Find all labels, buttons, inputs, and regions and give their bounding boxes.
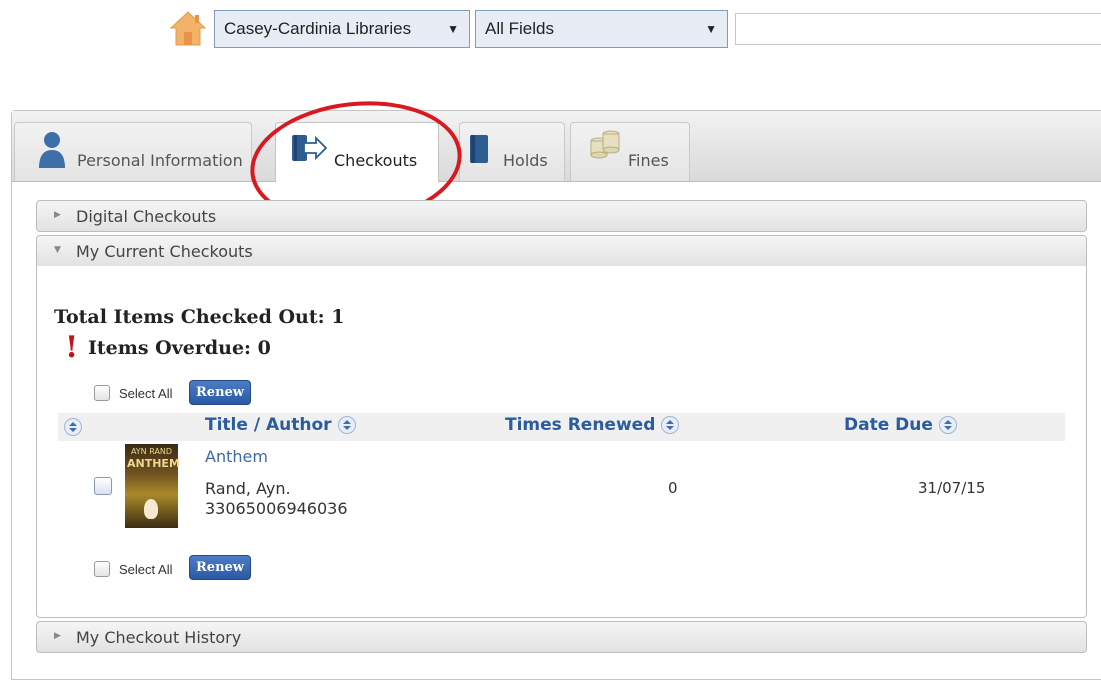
tab-personal-information[interactable]: Personal Information bbox=[14, 122, 252, 181]
dropdown-arrow-icon: ▼ bbox=[447, 22, 459, 36]
book-cover-image[interactable]: AYN RAND ANTHEM bbox=[125, 444, 180, 528]
column-label: Date Due bbox=[844, 415, 933, 435]
item-date-due: 31/07/15 bbox=[918, 479, 986, 497]
column-header-times-renewed[interactable]: Times Renewed bbox=[505, 413, 680, 437]
tab-holds[interactable]: Holds bbox=[459, 122, 565, 181]
select-all-label: Select All bbox=[119, 562, 173, 577]
row-select-checkbox[interactable] bbox=[94, 477, 112, 495]
library-select[interactable]: Casey-Cardinia Libraries ▼ bbox=[214, 10, 470, 48]
dropdown-arrow-icon: ▼ bbox=[705, 22, 717, 36]
tab-label: Holds bbox=[503, 151, 548, 170]
column-label: Title / Author bbox=[205, 415, 332, 435]
sort-icon[interactable] bbox=[938, 416, 957, 434]
person-icon bbox=[37, 131, 67, 173]
select-all-checkbox[interactable] bbox=[94, 385, 110, 401]
search-field-select-value: All Fields bbox=[485, 19, 554, 38]
search-input[interactable] bbox=[735, 13, 1101, 45]
select-all-label: Select All bbox=[119, 386, 173, 401]
section-title: Digital Checkouts bbox=[76, 207, 217, 226]
tab-label: Personal Information bbox=[77, 151, 243, 170]
renew-button-bottom[interactable]: Renew bbox=[189, 555, 251, 580]
column-header-title-author[interactable]: Title / Author bbox=[205, 413, 356, 437]
section-title: My Checkout History bbox=[76, 628, 242, 647]
caret-right-icon: ▶ bbox=[54, 631, 61, 641]
sort-icon[interactable] bbox=[661, 416, 680, 434]
renew-button[interactable]: Renew bbox=[189, 380, 251, 405]
item-title-link[interactable]: Anthem bbox=[205, 447, 268, 466]
overdue-warning-icon: ! bbox=[65, 330, 79, 365]
select-all-checkbox-bottom[interactable] bbox=[94, 561, 110, 577]
digital-checkouts-header[interactable]: ▶ Digital Checkouts bbox=[36, 200, 1087, 232]
search-field-select[interactable]: All Fields ▼ bbox=[475, 10, 728, 48]
total-items-checked-out: Total Items Checked Out: 1 bbox=[54, 306, 345, 328]
checkout-history-header[interactable]: ▶ My Checkout History bbox=[36, 621, 1087, 653]
tab-label: Fines bbox=[628, 151, 669, 170]
home-icon[interactable] bbox=[168, 8, 208, 48]
sort-icon[interactable] bbox=[337, 416, 356, 434]
section-title: My Current Checkouts bbox=[76, 242, 253, 261]
item-author: Rand, Ayn. bbox=[205, 479, 291, 498]
items-overdue: Items Overdue: 0 bbox=[88, 337, 271, 359]
library-select-value: Casey-Cardinia Libraries bbox=[224, 19, 412, 38]
cover-flame-graphic bbox=[144, 499, 158, 519]
book-icon bbox=[468, 133, 490, 169]
coins-icon bbox=[589, 127, 621, 165]
sort-icon[interactable] bbox=[64, 417, 82, 436]
current-checkouts-header[interactable]: ▼ My Current Checkouts bbox=[36, 235, 1087, 267]
cover-author-text: AYN RAND bbox=[130, 447, 173, 456]
column-header-date-due[interactable]: Date Due bbox=[844, 413, 957, 437]
caret-right-icon: ▶ bbox=[54, 210, 61, 220]
column-label: Times Renewed bbox=[505, 415, 656, 435]
caret-down-icon: ▼ bbox=[54, 245, 61, 255]
tab-fines[interactable]: Fines bbox=[570, 122, 690, 181]
cover-title-text: ANTHEM bbox=[127, 457, 180, 470]
select-column-sort-icon[interactable] bbox=[64, 416, 82, 436]
item-times-renewed: 0 bbox=[668, 479, 678, 497]
item-barcode: 33065006946036 bbox=[205, 499, 348, 518]
